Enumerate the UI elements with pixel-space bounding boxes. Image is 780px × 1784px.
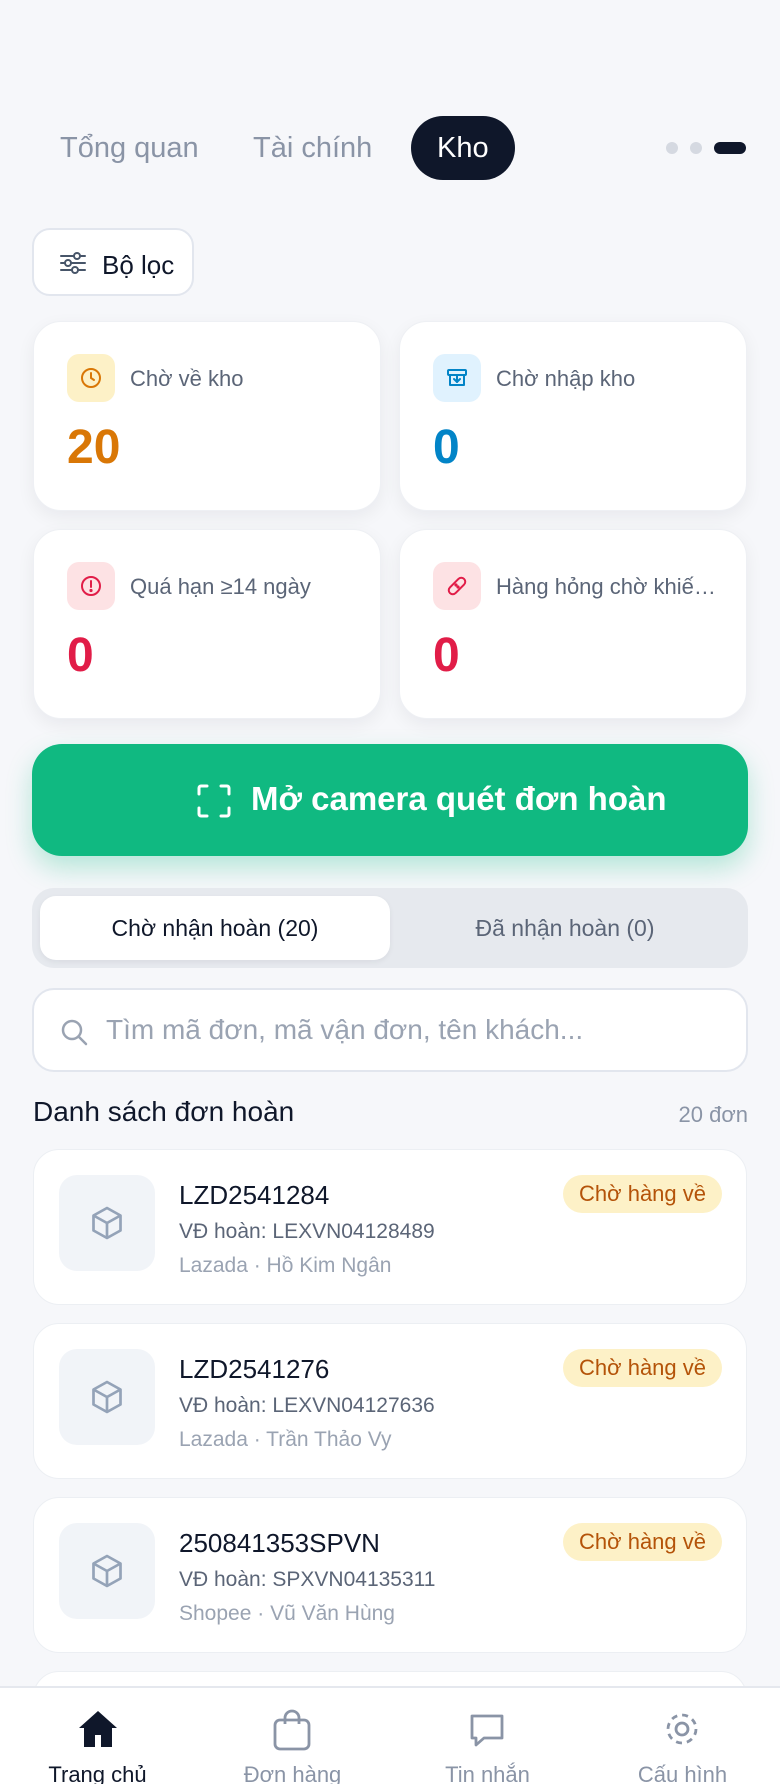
box-icon xyxy=(92,1380,122,1414)
status-badge: Chờ hàng về xyxy=(563,1175,722,1213)
shopping-bag-icon xyxy=(273,1709,311,1751)
order-card[interactable]: LZD2541284 VĐ hoàn: LEXVN04128489 Lazada… xyxy=(33,1149,747,1305)
archive-icon xyxy=(433,354,481,402)
page-dot-active xyxy=(714,142,746,154)
scan-label: Mở camera quét đơn hoàn xyxy=(251,780,667,817)
stat-card-waiting-return[interactable]: Chờ về kho 20 xyxy=(33,321,381,511)
filter-label: Bộ lọc xyxy=(102,250,175,280)
stat-value: 20 xyxy=(67,421,121,474)
top-tabs: Tổng quan Tài chính Kho xyxy=(34,116,746,180)
sliders-icon xyxy=(60,252,86,274)
clock-icon xyxy=(67,354,115,402)
box-icon xyxy=(92,1554,122,1588)
page-dot xyxy=(666,142,678,154)
list-title: Danh sách đơn hoàn xyxy=(33,1096,295,1127)
bottom-nav: Trang chủ Đơn hàng Tin nhắn Cấu hình xyxy=(0,1686,780,1784)
nav-label: Đơn hàng xyxy=(243,1762,342,1784)
order-tracking: VĐ hoàn: SPXVN04135311 xyxy=(179,1568,436,1591)
order-meta: Lazada · Hồ Kim Ngân xyxy=(179,1254,392,1277)
order-code: LZD2541284 xyxy=(179,1180,330,1210)
order-card[interactable]: LZD2541276 VĐ hoàn: LEXVN04127636 Lazada… xyxy=(33,1323,747,1479)
order-code: 250841353SPVN xyxy=(179,1528,380,1558)
receive-tabs: Chờ nhận hoàn (20) Đã nhận hoàn (0) xyxy=(32,888,748,968)
stat-label: Hàng hỏng chờ khiếu nại xyxy=(496,574,721,599)
stat-value: 0 xyxy=(433,421,460,474)
stat-value: 0 xyxy=(67,629,94,682)
order-card[interactable]: 250841353SPVN VĐ hoàn: SPXVN04135311 Sho… xyxy=(33,1497,747,1653)
search-input[interactable] xyxy=(106,1008,726,1052)
nav-messages[interactable]: Tin nhắn xyxy=(390,1688,585,1784)
stat-value: 0 xyxy=(433,629,460,682)
order-tracking: VĐ hoàn: LEXVN04128489 xyxy=(179,1220,435,1243)
tab-warehouse[interactable]: Kho xyxy=(411,116,515,180)
package-thumbnail xyxy=(59,1175,155,1271)
nav-home[interactable]: Trang chủ xyxy=(0,1688,195,1784)
bandage-icon xyxy=(433,562,481,610)
nav-label: Trang chủ xyxy=(48,1762,147,1784)
nav-orders[interactable]: Đơn hàng xyxy=(195,1688,390,1784)
order-meta: Shopee · Vũ Văn Hùng xyxy=(179,1602,395,1625)
tab-received-return[interactable]: Đã nhận hoàn (0) xyxy=(390,896,740,960)
nav-label: Cấu hình xyxy=(637,1762,728,1784)
nav-settings[interactable]: Cấu hình xyxy=(585,1688,780,1784)
scan-icon xyxy=(197,784,231,818)
home-icon xyxy=(79,1711,117,1747)
status-badge: Chờ hàng về xyxy=(563,1523,722,1561)
tab-finance[interactable]: Tài chính xyxy=(227,116,398,180)
chat-icon xyxy=(470,1714,504,1747)
page-dot xyxy=(690,142,702,154)
package-thumbnail xyxy=(59,1523,155,1619)
search-box xyxy=(32,988,748,1072)
stat-card-overdue[interactable]: Quá hạn ≥14 ngày 0 xyxy=(33,529,381,719)
stat-card-waiting-import[interactable]: Chờ nhập kho 0 xyxy=(399,321,747,511)
status-badge: Chờ hàng về xyxy=(563,1349,722,1387)
tab-overview[interactable]: Tổng quan xyxy=(34,116,225,180)
box-icon xyxy=(92,1206,122,1240)
search-icon xyxy=(61,1019,88,1046)
stat-card-damaged[interactable]: Hàng hỏng chờ khiếu nại 0 xyxy=(399,529,747,719)
package-thumbnail xyxy=(59,1349,155,1445)
filter-button[interactable]: Bộ lọc xyxy=(32,228,194,296)
order-code: LZD2541276 xyxy=(179,1354,330,1384)
alert-icon xyxy=(67,562,115,610)
stat-label: Chờ về kho xyxy=(130,366,244,391)
order-tracking: VĐ hoàn: LEXVN04127636 xyxy=(179,1394,435,1417)
scan-camera-button[interactable]: Mở camera quét đơn hoàn xyxy=(32,744,748,856)
stat-label: Quá hạn ≥14 ngày xyxy=(130,574,311,599)
order-meta: Lazada · Trần Thảo Vy xyxy=(179,1428,392,1451)
stat-label: Chờ nhập kho xyxy=(496,366,636,391)
nav-label: Tin nhắn xyxy=(445,1762,530,1784)
gear-icon xyxy=(666,1713,698,1745)
tab-pending-return[interactable]: Chờ nhận hoàn (20) xyxy=(40,896,390,960)
list-count: 20 đơn xyxy=(678,1102,748,1127)
